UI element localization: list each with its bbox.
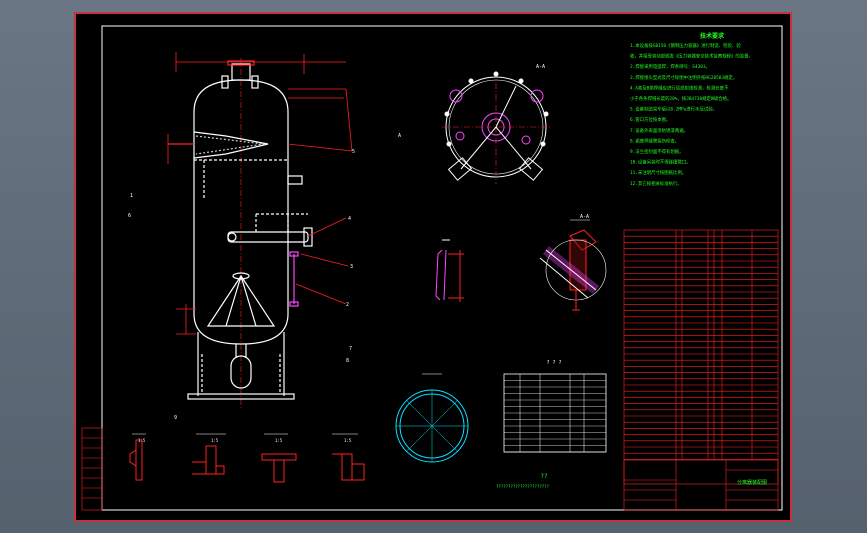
parts-list — [623, 229, 779, 485]
svg-text:3: 3 — [350, 264, 353, 270]
notes-title: 技术要求 — [700, 32, 725, 40]
callout-dots: 5 4 3 2 1 6 7 8 9 A — [128, 133, 401, 421]
title-block-name: 分离器装配图 — [737, 479, 767, 486]
note-line: 12.其它按相关标准执行。 — [630, 180, 682, 187]
distributor-pipe — [227, 231, 309, 243]
note-line: 收，并接受劳动部颁发《压力容器安全技术监察规程》的监督。 — [630, 53, 753, 60]
svg-text:4: 4 — [348, 216, 351, 222]
svg-text:1: 1 — [130, 193, 133, 199]
vessel-elevation — [168, 58, 313, 410]
drawing-canvas[interactable]: 5 4 3 2 1 6 7 8 9 A A-A 技术要求 1.本设备按GB150… — [76, 14, 790, 520]
revision-strip — [81, 427, 103, 511]
view-label-top: A-A — [536, 64, 545, 70]
bottom-head — [193, 313, 289, 345]
note-line: 4.A类及B类焊缝应进行局部射线检测，检测长度不 — [630, 84, 729, 91]
note-line: 9.法兰密封面不得有划痕。 — [630, 148, 684, 155]
weld-detail-a: A-A — [539, 214, 607, 311]
note-line: 8.裙座焊缝需探伤检查。 — [630, 137, 679, 144]
svg-text:? ? ?: ? ? ? — [546, 360, 561, 366]
footer-note: ?????????????????????? — [496, 484, 550, 489]
detail-views — [129, 433, 365, 483]
inlet-cone — [193, 131, 269, 159]
svg-text:2: 2 — [346, 302, 349, 308]
note-line: 7.设备外表面涂防锈漆两遍。 — [630, 127, 688, 134]
svg-text:8: 8 — [346, 358, 349, 364]
svg-text:7: 7 — [349, 346, 352, 352]
svg-text:5: 5 — [352, 149, 355, 155]
gauge-detail — [435, 239, 464, 302]
note-line: 小于各条焊缝长度的20%，按JB4730规定Ⅲ级合格。 — [630, 95, 731, 102]
drawing-sheet[interactable]: 5 4 3 2 1 6 7 8 9 A A-A 技术要求 1.本设备按GB150… — [74, 12, 792, 522]
svg-text:1:5: 1:5 — [138, 438, 146, 443]
center-question-label: ?? — [540, 473, 548, 480]
nozzle-table: ? ? ? — [503, 360, 607, 453]
svg-text:1:5: 1:5 — [211, 438, 219, 443]
note-line: 10.设备吊装时不得碰撞管口。 — [630, 159, 691, 166]
svg-text:A: A — [398, 133, 401, 139]
svg-text:9: 9 — [174, 415, 177, 421]
technical-notes: 技术要求 1.本设备按GB150《钢制压力容器》进行制造、检验、验收，并接受劳动… — [630, 32, 753, 187]
svg-text:6: 6 — [128, 213, 131, 219]
top-view-nozzle-orientation — [442, 71, 550, 184]
svg-text:1:5: 1:5 — [344, 438, 352, 443]
leader-lines — [167, 52, 353, 335]
note-line: 11.未注明尺寸按图纸比例。 — [630, 169, 686, 176]
side-nozzle-upper — [287, 175, 303, 185]
svg-text:A-A: A-A — [580, 214, 589, 220]
base-ring-plan — [395, 373, 469, 463]
cad-viewer-background: 5 4 3 2 1 6 7 8 9 A A-A 技术要求 1.本设备按GB150… — [0, 0, 867, 533]
note-line: 3.焊接接头型式及尺寸除图中注明外按HG20583规定。 — [630, 74, 737, 81]
note-line: 5.设备制造完毕后以0.2MPa进行水压试验。 — [630, 106, 717, 113]
note-line: 1.本设备按GB150《钢制压力容器》进行制造、检验、验 — [630, 42, 741, 49]
note-line: 2.焊接采用电弧焊，焊条牌号：E4303。 — [630, 63, 710, 70]
note-line: 6.管口方位按本图。 — [630, 116, 670, 123]
notes-lines: 1.本设备按GB150《钢制压力容器》进行制造、检验、验收，并接受劳动部颁发《压… — [630, 42, 753, 187]
svg-text:1:5: 1:5 — [275, 438, 283, 443]
